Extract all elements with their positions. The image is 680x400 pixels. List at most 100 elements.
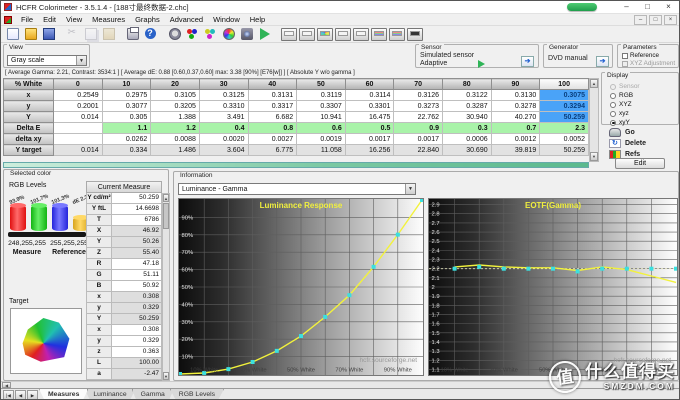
table-cell[interactable]: 0.3294 [540,101,589,112]
table-cell[interactable]: 0.0088 [151,134,200,145]
menu-measures[interactable]: Measures [87,15,130,24]
table-cell[interactable]: 16.475 [345,112,394,123]
menu-edit[interactable]: Edit [38,15,61,24]
table-cell[interactable]: 30.690 [443,145,492,156]
table-cell[interactable]: 0.3122 [443,90,492,101]
print-button[interactable] [124,27,141,42]
view-gamut-button[interactable] [316,27,333,42]
close-icon[interactable]: × [658,1,679,13]
column-header-60[interactable]: 60 [345,79,394,90]
view-mode-dropdown[interactable]: Gray scale ▼ [7,55,87,66]
workspace-horizontal-scrollbar[interactable]: ◀ [1,381,680,388]
scroll-up-icon[interactable]: ▲ [163,194,169,202]
minimize-icon[interactable]: – [616,1,637,13]
table-cell[interactable]: 10.941 [297,112,346,123]
table-cell[interactable]: 0.0027 [248,134,297,145]
chevron-down-icon[interactable]: ▼ [405,184,415,194]
mdi-minimize-icon[interactable]: – [634,15,647,25]
table-cell[interactable]: 6.682 [248,112,297,123]
table-vertical-scrollbar[interactable]: ▲ ▼ [589,78,599,162]
column-header-20[interactable]: 20 [151,79,200,90]
view-gamma-button[interactable] [352,27,369,42]
table-cell[interactable]: 0.3125 [199,90,248,101]
tab-luminance[interactable]: Luminance [84,389,135,400]
table-cell[interactable]: 6.775 [248,145,297,156]
view-color-temp-button[interactable] [388,27,405,42]
table-cell[interactable]: 0.5 [345,123,394,134]
delete-button[interactable]: Delete [603,138,677,149]
table-cell[interactable]: 0.4 [199,123,248,134]
table-cell[interactable]: 0.334 [102,145,151,156]
table-cell[interactable]: 16.256 [345,145,394,156]
table-cell[interactable]: 0.2001 [54,101,103,112]
tab-rgb-levels[interactable]: RGB Levels [170,389,224,400]
new-file-button[interactable] [4,27,21,42]
column-header-0[interactable]: 0 [54,79,103,90]
table-cell[interactable]: 0.8 [248,123,297,134]
measure-gamut-button[interactable] [220,27,237,42]
table-cell[interactable]: 0.3310 [199,101,248,112]
scrollbar-thumb[interactable] [163,203,169,229]
table-cell[interactable]: 0.7 [491,123,540,134]
table-cell[interactable]: 2.3 [540,123,589,134]
table-cell[interactable]: 0.2549 [54,90,103,101]
menu-view[interactable]: View [61,15,87,24]
table-cell[interactable]: 1.388 [151,112,200,123]
view-rgb-levels-button[interactable] [370,27,387,42]
tab-nav-2[interactable]: ▶ [27,390,38,400]
column-header-90[interactable]: 90 [491,79,540,90]
scroll-up-icon[interactable]: ▲ [590,79,598,88]
display-option-rgb[interactable]: RGB [610,91,633,100]
menu-window[interactable]: Window [208,15,245,24]
maximize-icon[interactable]: □ [637,1,658,13]
table-cell[interactable]: 0.3131 [248,90,297,101]
table-cell[interactable] [54,134,103,145]
table-cell[interactable]: 0.3287 [443,101,492,112]
table-cell[interactable]: 0.3130 [491,90,540,101]
table-cell[interactable]: 0.0262 [102,134,151,145]
view-histogram-button[interactable] [406,27,423,42]
table-cell[interactable]: 0.3301 [345,101,394,112]
view-cie-button[interactable] [298,27,315,42]
go-button[interactable]: Go [603,127,677,138]
menu-file[interactable]: File [16,15,38,24]
table-cell[interactable]: 22.840 [394,145,443,156]
tab-measures[interactable]: Measures [39,389,88,400]
table-horizontal-scrollbar[interactable] [3,162,589,168]
table-cell[interactable]: 0.0017 [394,134,443,145]
measure-label[interactable]: Measure [5,249,49,256]
table-cell[interactable]: 0.3307 [297,101,346,112]
generator-config-button[interactable]: ➔ [596,56,609,67]
menu-graphs[interactable]: Graphs [130,15,165,24]
table-cell[interactable]: 0.0052 [540,134,589,145]
table-cell[interactable]: 0.3119 [297,90,346,101]
reference-checkbox[interactable]: Reference [622,52,659,59]
table-cell[interactable]: 0.3077 [102,101,151,112]
table-cell[interactable]: 1.2 [151,123,200,134]
reference-label[interactable]: Reference [47,249,91,256]
display-option-xyz[interactable]: XYZ [610,100,632,109]
display-option-xyz[interactable]: xyz [610,109,629,118]
table-cell[interactable]: 30.940 [443,112,492,123]
menu-advanced[interactable]: Advanced [165,15,208,24]
table-cell[interactable]: 1.486 [151,145,200,156]
table-cell[interactable]: 0.3205 [151,101,200,112]
current-measure-scrollbar[interactable]: ▲ ▼ [162,193,170,381]
view-luminance-button[interactable] [334,27,351,42]
edit-button[interactable]: Edit [615,158,665,169]
table-cell[interactable]: 0.6 [297,123,346,134]
table-cell[interactable]: 22.762 [394,112,443,123]
sensor-config-button[interactable] [166,27,183,42]
table-cell[interactable]: 0.014 [54,145,103,156]
table-cell[interactable]: 50.259 [540,112,589,123]
table-cell[interactable] [54,123,103,134]
column-header-40[interactable]: 40 [248,79,297,90]
table-cell[interactable]: 0.0020 [199,134,248,145]
table-cell[interactable]: 0.2975 [102,90,151,101]
table-cell[interactable]: 1.1 [102,123,151,134]
table-cell[interactable]: 50.259 [540,145,589,156]
table-cell[interactable]: 0.014 [54,112,103,123]
menu-help[interactable]: Help [245,15,270,24]
table-cell[interactable]: 3.491 [199,112,248,123]
information-view-dropdown[interactable]: Luminance - Gamma ▼ [178,183,416,195]
